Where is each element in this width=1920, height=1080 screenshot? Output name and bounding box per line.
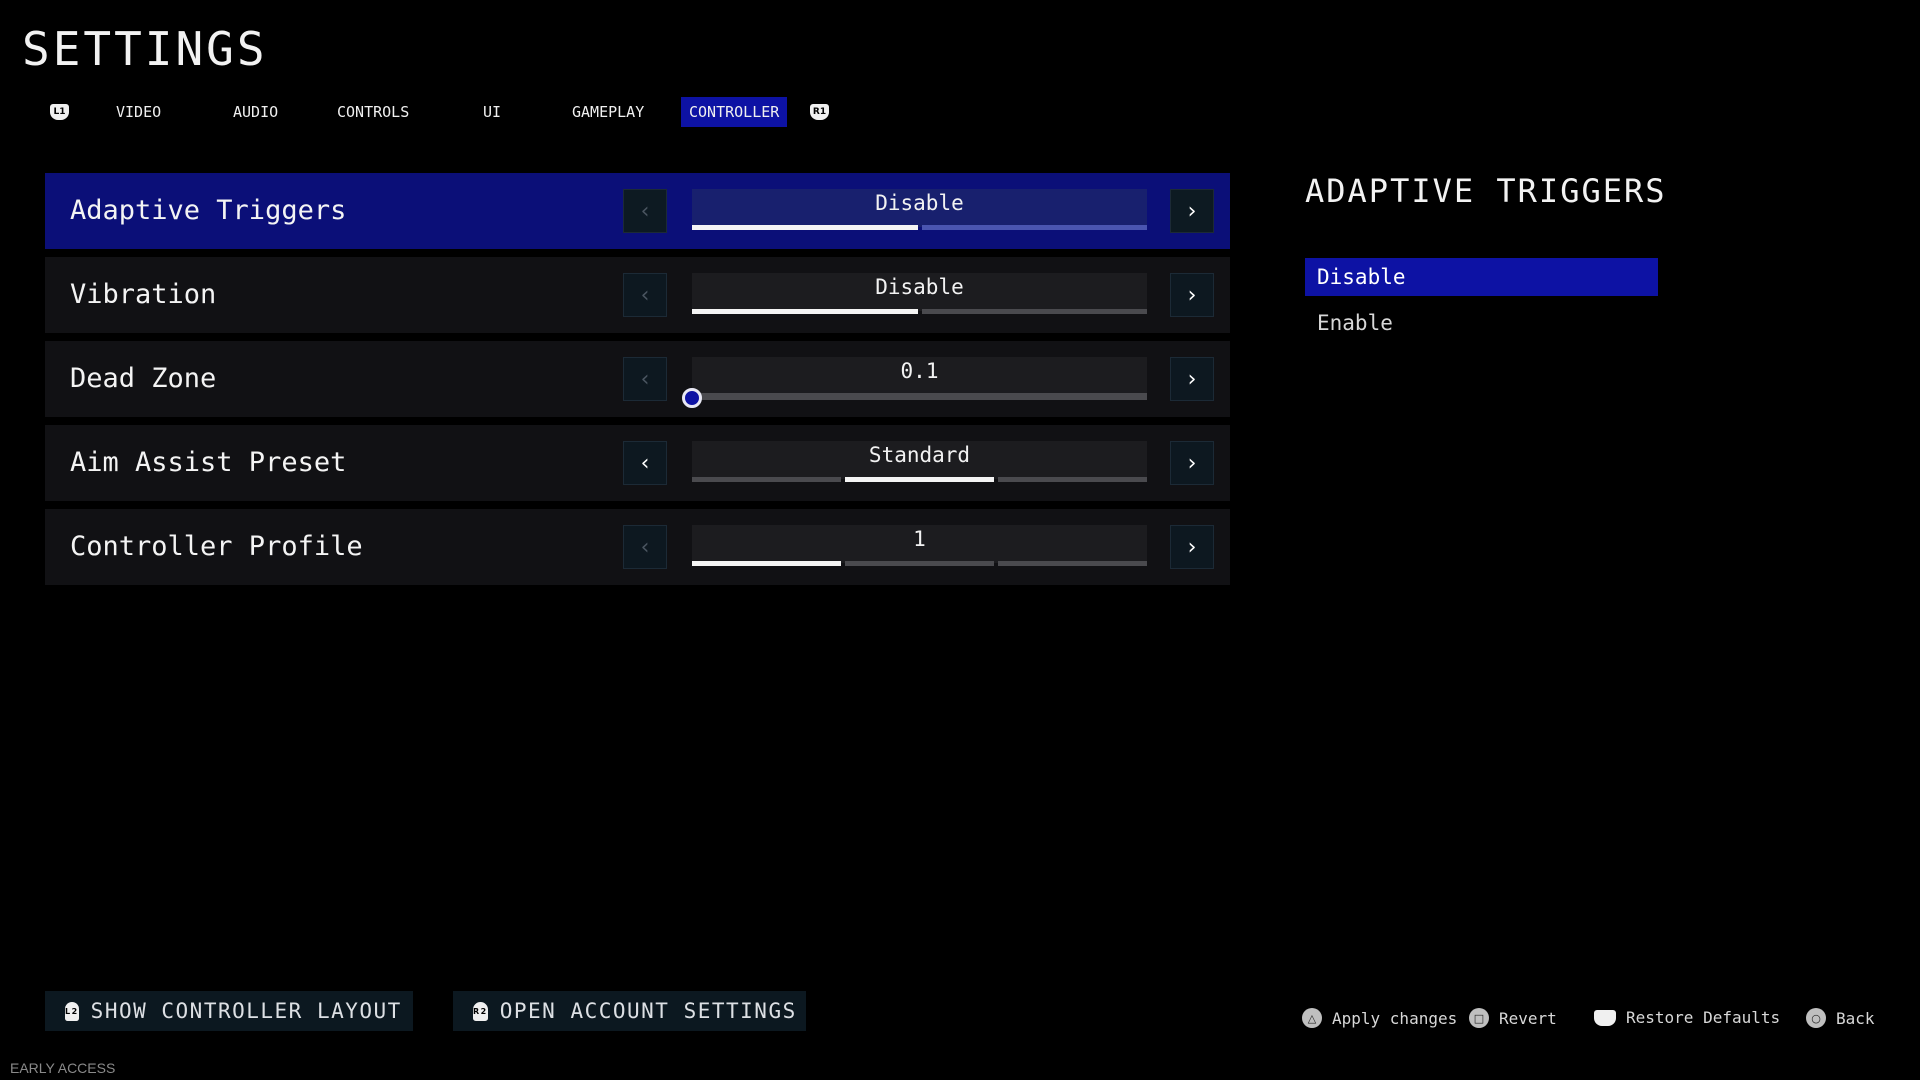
- setting-label: Controller Profile: [70, 531, 363, 562]
- next-option-button[interactable]: ›: [1170, 189, 1214, 233]
- l1-button-icon[interactable]: L1: [50, 104, 69, 120]
- option-segment: [998, 477, 1147, 482]
- chevron-right-icon: ›: [1187, 450, 1197, 476]
- option-segment: [692, 225, 918, 230]
- setting-label: Dead Zone: [70, 363, 217, 394]
- back-hint[interactable]: ○ Back: [1806, 1008, 1875, 1028]
- chevron-left-icon: ‹: [640, 450, 650, 476]
- chevron-left-icon: ‹: [640, 534, 650, 560]
- side-panel-title: ADAPTIVE TRIGGERS: [1305, 172, 1667, 210]
- setting-value: 1: [913, 527, 926, 551]
- option-disable[interactable]: Disable: [1305, 258, 1658, 296]
- setting-value: Disable: [875, 191, 964, 215]
- button-hints: △ Apply changes □ Revert Restore Default…: [0, 1008, 1920, 1032]
- setting-value: Standard: [868, 443, 971, 467]
- touchpad-icon: [1594, 1009, 1616, 1026]
- option-indicator: [692, 477, 1147, 482]
- triangle-icon: △: [1302, 1008, 1322, 1028]
- next-option-button[interactable]: ›: [1170, 525, 1214, 569]
- setting-row-controller-profile[interactable]: Controller Profile ‹ 1 ›: [45, 509, 1230, 585]
- setting-row-dead-zone[interactable]: Dead Zone ‹ 0.1 ›: [45, 341, 1230, 417]
- previous-option-button[interactable]: ‹: [623, 441, 667, 485]
- chevron-left-icon: ‹: [640, 282, 650, 308]
- option-segment: [998, 561, 1147, 566]
- square-icon: □: [1469, 1008, 1489, 1028]
- next-option-button[interactable]: ›: [1170, 441, 1214, 485]
- early-access-label: EARLY ACCESS: [10, 1060, 116, 1076]
- side-panel-options: Disable Enable: [1305, 258, 1658, 350]
- slider-handle[interactable]: [682, 388, 702, 408]
- page-title: SETTINGS: [22, 22, 268, 76]
- setting-value: 0.1: [900, 359, 939, 383]
- value-display: Disable: [692, 273, 1147, 311]
- tab-ui[interactable]: UI: [475, 97, 509, 127]
- tab-video[interactable]: VIDEO: [108, 97, 169, 127]
- chevron-right-icon: ›: [1187, 366, 1197, 392]
- option-enable[interactable]: Enable: [1305, 304, 1658, 342]
- option-segment: [845, 477, 994, 482]
- hint-label: Restore Defaults: [1626, 1008, 1781, 1027]
- option-indicator: [692, 561, 1147, 566]
- setting-row-vibration[interactable]: Vibration ‹ Disable ›: [45, 257, 1230, 333]
- hint-label: Apply changes: [1332, 1008, 1458, 1028]
- settings-list: Adaptive Triggers ‹ Disable › Vibration …: [45, 173, 1230, 593]
- next-option-button[interactable]: ›: [1170, 273, 1214, 317]
- hint-label: Revert: [1499, 1008, 1557, 1028]
- setting-label: Adaptive Triggers: [70, 195, 347, 226]
- tab-controller[interactable]: CONTROLLER: [681, 97, 788, 127]
- setting-label: Aim Assist Preset: [70, 447, 347, 478]
- tab-gameplay[interactable]: GAMEPLAY: [564, 97, 652, 127]
- chevron-right-icon: ›: [1187, 282, 1197, 308]
- tab-audio[interactable]: AUDIO: [225, 97, 286, 127]
- option-segment: [845, 561, 994, 566]
- hint-label: Back: [1836, 1008, 1875, 1028]
- setting-label: Vibration: [70, 279, 217, 310]
- apply-changes-hint[interactable]: △ Apply changes: [1302, 1008, 1457, 1028]
- tab-controls[interactable]: CONTROLS: [329, 97, 417, 127]
- dead-zone-slider[interactable]: [682, 388, 1147, 408]
- value-display: 0.1: [692, 357, 1147, 395]
- chevron-left-icon: ‹: [640, 198, 650, 224]
- setting-value: Disable: [875, 275, 964, 299]
- option-segment: [692, 561, 841, 566]
- decrease-button[interactable]: ‹: [623, 357, 667, 401]
- option-indicator: [692, 309, 1147, 314]
- setting-row-aim-assist-preset[interactable]: Aim Assist Preset ‹ Standard ›: [45, 425, 1230, 501]
- setting-row-adaptive-triggers[interactable]: Adaptive Triggers ‹ Disable ›: [45, 173, 1230, 249]
- chevron-right-icon: ›: [1187, 534, 1197, 560]
- restore-defaults-hint[interactable]: Restore Defaults: [1594, 1008, 1780, 1027]
- option-segment: [921, 309, 1147, 314]
- circle-icon: ○: [1806, 1008, 1826, 1028]
- previous-option-button[interactable]: ‹: [623, 189, 667, 233]
- value-display: Disable: [692, 189, 1147, 227]
- revert-hint[interactable]: □ Revert: [1469, 1008, 1557, 1028]
- increase-button[interactable]: ›: [1170, 357, 1214, 401]
- option-segment: [692, 477, 841, 482]
- option-segment: [692, 309, 918, 314]
- r1-button-icon[interactable]: R1: [810, 104, 829, 120]
- previous-option-button[interactable]: ‹: [623, 525, 667, 569]
- value-display: 1: [692, 525, 1147, 563]
- option-indicator: [692, 225, 1147, 230]
- chevron-right-icon: ›: [1187, 198, 1197, 224]
- previous-option-button[interactable]: ‹: [623, 273, 667, 317]
- value-display: Standard: [692, 441, 1147, 479]
- chevron-left-icon: ‹: [640, 366, 650, 392]
- option-segment: [921, 225, 1147, 230]
